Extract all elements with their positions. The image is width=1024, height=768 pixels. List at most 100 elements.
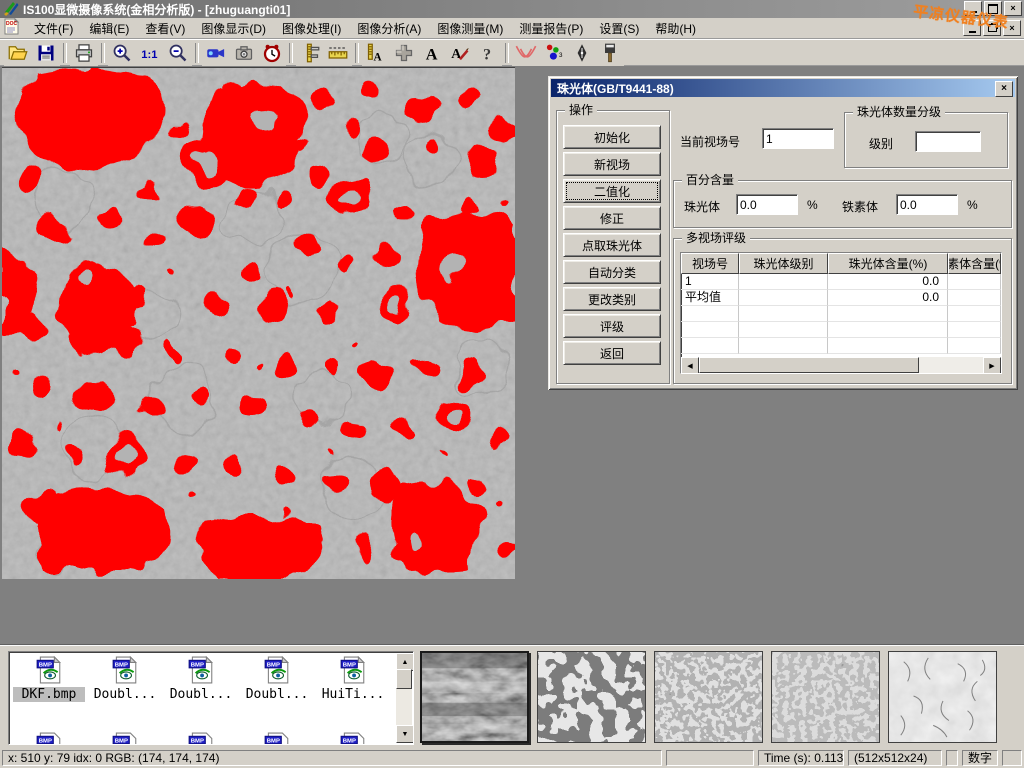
- dialog-title: 珠光体(GB/T9441-88): [557, 80, 674, 97]
- rate-button[interactable]: 评级: [563, 314, 661, 338]
- file-item[interactable]: BMP: [13, 732, 85, 745]
- measure-annotate-button[interactable]: A: [362, 40, 390, 66]
- file-item[interactable]: BMP HuiTi...: [317, 656, 389, 702]
- document-icon[interactable]: DOC: [3, 18, 20, 38]
- pen-icon: [572, 43, 592, 63]
- caliper-icon: [300, 43, 320, 63]
- timer-button[interactable]: [258, 40, 286, 66]
- menu-image-process[interactable]: 图像处理(I): [274, 18, 349, 39]
- menu-view[interactable]: 查看(V): [137, 18, 193, 39]
- file-item[interactable]: BMP: [89, 732, 161, 745]
- scroll-down-button[interactable]: ▼: [396, 725, 414, 743]
- col-ferrite-content[interactable]: 铁素体含量(%): [948, 253, 1001, 274]
- col-field-number[interactable]: 视场号: [681, 253, 739, 274]
- file-item[interactable]: BMP: [165, 732, 237, 745]
- file-item[interactable]: BMP: [241, 732, 313, 745]
- text-edit-button[interactable]: A: [446, 40, 474, 66]
- menu-edit[interactable]: 编辑(E): [81, 18, 137, 39]
- file-item[interactable]: BMP Doubl...: [165, 656, 237, 702]
- table-horizontal-scrollbar[interactable]: ◀ ▶: [681, 357, 1001, 373]
- scroll-right-button[interactable]: ▶: [983, 357, 1001, 374]
- col-pearlite-grade[interactable]: 珠光体级别: [739, 253, 828, 274]
- menu-image-measure[interactable]: 图像测量(M): [429, 18, 511, 39]
- mode-indicator: 数字: [962, 750, 998, 766]
- toolbar-separator: [63, 43, 67, 63]
- caliper-measure-button[interactable]: [296, 40, 324, 66]
- pick-pearlite-button[interactable]: 点取珠光体: [563, 233, 661, 257]
- menu-image-analysis[interactable]: 图像分析(A): [349, 18, 429, 39]
- caliper-text-icon: A: [366, 43, 386, 63]
- initialize-button[interactable]: 初始化: [563, 125, 661, 149]
- rating-table-header: 视场号 珠光体级别 珠光体含量(%) 铁素体含量(%): [681, 253, 1001, 274]
- file-item[interactable]: BMP DKF.bmp: [13, 656, 85, 702]
- col-pearlite-content[interactable]: 珠光体含量(%): [828, 253, 948, 274]
- bmp-file-icon: BMP: [340, 732, 366, 745]
- merge-tool-button[interactable]: [390, 40, 418, 66]
- scroll-thumb[interactable]: [396, 669, 412, 689]
- binarize-button[interactable]: 二值化: [563, 179, 661, 203]
- actual-size-button[interactable]: 1:1: [136, 40, 164, 66]
- save-button[interactable]: [32, 40, 60, 66]
- file-item[interactable]: BMP Doubl...: [241, 656, 313, 702]
- pearlite-percent-input[interactable]: [736, 194, 798, 215]
- thumbnail-4[interactable]: [771, 651, 880, 743]
- binarized-metallograph-image[interactable]: [2, 67, 515, 579]
- svg-text:BMP: BMP: [115, 662, 128, 668]
- thumbnail-2[interactable]: [537, 651, 646, 743]
- menu-file[interactable]: 文件(F): [26, 18, 81, 39]
- print-button[interactable]: [70, 40, 98, 66]
- new-field-button[interactable]: 新视场: [563, 152, 661, 176]
- scroll-track[interactable]: [919, 357, 983, 373]
- file-name: HuiTi...: [317, 687, 389, 702]
- bottom-panel: BMP DKF.bmp BMP Doubl... BMP Doubl... BM…: [0, 645, 1024, 748]
- brush-tool-button[interactable]: [596, 40, 624, 66]
- open-button[interactable]: [4, 40, 32, 66]
- file-item[interactable]: BMP: [317, 732, 389, 745]
- table-row[interactable]: 平均值 0.0: [681, 290, 1001, 306]
- menu-settings[interactable]: 设置(S): [591, 18, 647, 39]
- file-browser: BMP DKF.bmp BMP Doubl... BMP Doubl... BM…: [8, 651, 414, 745]
- file-item[interactable]: BMP Doubl...: [89, 656, 161, 702]
- scroll-thumb[interactable]: [699, 357, 919, 373]
- auto-classify-button[interactable]: 自动分类: [563, 260, 661, 284]
- ruler-measure-button[interactable]: [324, 40, 352, 66]
- menu-measure-report[interactable]: 测量报告(P): [511, 18, 591, 39]
- svg-text:A: A: [426, 45, 438, 63]
- application-window: IS100显微摄像系统(金相分析版) - [zhuguangti01] × 平凉…: [0, 0, 1024, 768]
- pen-tool-button[interactable]: [568, 40, 596, 66]
- dialog-title-bar[interactable]: 珠光体(GB/T9441-88): [551, 79, 1015, 97]
- grade-input[interactable]: [915, 131, 981, 152]
- color-classify-button[interactable]: 3: [540, 40, 568, 66]
- zoom-in-button[interactable]: [108, 40, 136, 66]
- file-name: DKF.bmp: [13, 687, 85, 702]
- curve-cut-button[interactable]: [512, 40, 540, 66]
- toolbar-separator: [289, 43, 293, 63]
- text-tool-button[interactable]: A: [418, 40, 446, 66]
- thumbnail-3[interactable]: [654, 651, 763, 743]
- video-capture-button[interactable]: [202, 40, 230, 66]
- table-row-empty: [681, 306, 1001, 322]
- change-class-button[interactable]: 更改类别: [563, 287, 661, 311]
- help-button[interactable]: ?: [474, 40, 502, 66]
- toolbar-separator: [195, 43, 199, 63]
- pearlite-percent-sign: %: [807, 198, 818, 212]
- mdi-close-icon: ×: [1009, 24, 1014, 33]
- zoom-out-button[interactable]: [164, 40, 192, 66]
- ferrite-percent-input[interactable]: [896, 194, 958, 215]
- correct-button[interactable]: 修正: [563, 206, 661, 230]
- return-button[interactable]: 返回: [563, 341, 661, 365]
- menu-bar: DOC 文件(F) 编辑(E) 查看(V) 图像显示(D) 图像处理(I) 图像…: [0, 18, 1024, 39]
- file-browser-scrollbar[interactable]: ▲ ▼: [396, 653, 412, 743]
- menu-help[interactable]: 帮助(H): [647, 18, 704, 39]
- thumbnail-5[interactable]: [888, 651, 997, 743]
- thumbnail-1[interactable]: [420, 651, 529, 743]
- current-field-input[interactable]: [762, 128, 834, 149]
- bmp-file-icon: BMP: [112, 656, 138, 684]
- svg-text:BMP: BMP: [115, 738, 128, 744]
- table-row[interactable]: 1 0.0: [681, 274, 1001, 290]
- actual-size-icon: 1:1: [140, 43, 160, 63]
- camera-capture-button[interactable]: [230, 40, 258, 66]
- menu-image-display[interactable]: 图像显示(D): [193, 18, 274, 39]
- dialog-close-button[interactable]: ×: [995, 81, 1013, 97]
- scroll-left-button[interactable]: ◀: [681, 357, 699, 374]
